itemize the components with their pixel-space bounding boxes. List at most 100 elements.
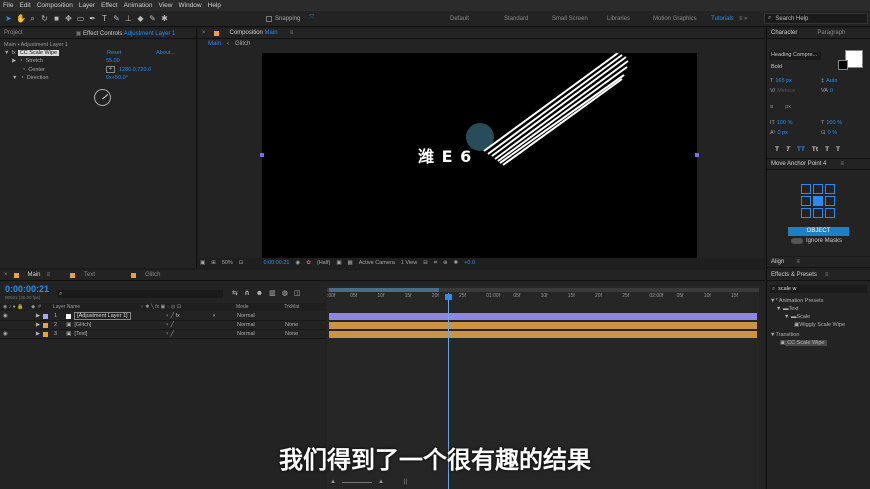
tab-align[interactable]: Align — [771, 259, 784, 265]
tab-effects-presets[interactable]: Effects & Presets — [771, 272, 817, 278]
shy-layers-icon[interactable]: ☻ — [256, 290, 263, 297]
anchor-top-center[interactable] — [813, 184, 823, 194]
layer-mode[interactable]: Normal — [237, 331, 255, 337]
views-dropdown[interactable]: 1 View — [401, 260, 417, 266]
stroke-color-swatch[interactable] — [838, 60, 848, 70]
stopwatch-icon[interactable]: ◔ — [19, 58, 22, 64]
workspace-standard[interactable]: Standard — [504, 16, 552, 22]
selection-tool-icon[interactable]: ➤ — [4, 14, 13, 23]
label-color[interactable] — [43, 331, 49, 337]
rectangle-tool-icon[interactable]: ▭ — [76, 14, 85, 23]
prop-direction[interactable]: ▼ ◔ Direction 0x+50.0° — [12, 74, 196, 82]
anchor-bottom-right[interactable] — [825, 208, 835, 218]
tab-timeline-text[interactable]: Text — [84, 272, 95, 278]
snapshot-icon[interactable]: ◉ — [295, 260, 300, 266]
menu-edit[interactable]: Edit — [19, 2, 30, 9]
safe-zones-icon[interactable]: ⊡ — [239, 260, 244, 266]
anchor-bottom-center[interactable] — [813, 208, 823, 218]
menu-view[interactable]: View — [159, 2, 173, 9]
snapping-toggle[interactable]: Snapping ⤧ — [266, 15, 314, 22]
prop-stretch-value[interactable]: 55.00 — [106, 58, 120, 64]
zoom-slider[interactable] — [341, 481, 372, 483]
panel-menu-icon[interactable]: ≡ — [290, 30, 294, 36]
layer-bar-text[interactable] — [329, 331, 757, 338]
exposure-icon[interactable]: ✺ — [454, 260, 459, 266]
direction-dial[interactable] — [94, 89, 111, 106]
kerning-value[interactable]: Metrics — [777, 88, 795, 94]
menu-window[interactable]: Window — [179, 2, 202, 9]
adjustment-switch-icon[interactable]: ◑ — [212, 313, 215, 319]
toggle-icon[interactable]: ⊟ — [423, 260, 428, 266]
workspace-small-screen[interactable]: Small Screen — [552, 16, 607, 22]
layer-row[interactable]: ◉ ▶ 2 ▣ [Glitch] ♀ ╱ Normal None — [0, 321, 326, 330]
timecode-display[interactable]: 0:00:00:21 — [263, 260, 289, 266]
timeline-search[interactable]: ⌕ — [57, 290, 223, 298]
layer-trkmat[interactable]: None — [285, 322, 298, 328]
ignore-masks-toggle[interactable]: Ignore Masks — [791, 238, 842, 244]
small-caps-button[interactable]: Tt — [812, 146, 818, 153]
comp-nav-glitch[interactable]: Glitch — [235, 41, 250, 47]
col-layer-name[interactable]: Layer Name — [53, 304, 80, 310]
search-help-input[interactable]: Search Help — [775, 16, 808, 22]
prop-stretch[interactable]: ▶ ◔ Stretch 55.00 — [12, 57, 196, 65]
twirl-right-icon[interactable]: ▶ — [36, 313, 40, 319]
playhead-handle[interactable] — [445, 294, 452, 300]
prop-center-value[interactable]: 1280.0,720.0 — [119, 67, 151, 73]
comp-viewer[interactable]: 潍 E 6 — [260, 53, 699, 258]
type-tool-icon[interactable]: T — [100, 14, 109, 23]
exposure-value[interactable]: +0.0 — [464, 260, 475, 266]
stroke-width-value[interactable]: px — [785, 104, 791, 110]
tab-timeline-glitch[interactable]: Glitch — [145, 272, 160, 278]
panel-menu-icon[interactable]: ≡ — [796, 259, 800, 265]
transparency-grid-icon[interactable]: ▦ — [348, 260, 353, 266]
effect-row-cc-scale-wipe[interactable]: ▼ fx CC Scale Wipe Reset About... — [0, 49, 196, 57]
col-trkmat[interactable]: TrkMat — [284, 304, 299, 310]
stopwatch-icon[interactable]: ◔ — [22, 67, 25, 73]
layer-trkmat[interactable]: None — [285, 331, 298, 337]
baseline-shift-value[interactable]: 0 px — [778, 130, 788, 136]
zoom-in-icon[interactable]: ▲ — [378, 479, 384, 485]
twirl-down-icon[interactable]: ▼ — [4, 50, 9, 56]
crosshair-icon[interactable]: + — [106, 66, 115, 73]
twirl-right-icon[interactable]: ▶ — [36, 331, 40, 337]
preview-icon[interactable]: ▣ — [200, 260, 205, 266]
tab-timeline-main[interactable]: Main — [28, 272, 41, 278]
layer-row[interactable]: ◉ ▶ 3 ▣ [Text] ♀ ╱ Normal None — [0, 330, 326, 339]
effects-search-input[interactable]: scale w — [778, 286, 796, 292]
effect-name[interactable]: CC Scale Wipe — [17, 50, 60, 56]
camera-tool-icon[interactable]: ■ — [52, 14, 61, 23]
work-area-range[interactable] — [329, 288, 439, 292]
layer-handle-left[interactable] — [260, 153, 264, 157]
puppet-tool-icon[interactable]: ✱ — [160, 14, 169, 23]
3d-icon[interactable]: ⌗ — [434, 260, 437, 267]
tree-text[interactable]: ▼ ▬ Text — [770, 305, 870, 313]
font-size-value[interactable]: 165 px — [775, 78, 792, 84]
twirl-right-icon[interactable]: ▶ — [36, 322, 40, 328]
frame-blending-icon[interactable]: ▥ — [269, 289, 276, 297]
grid-icon[interactable]: ⊞ — [211, 260, 216, 266]
leading-value[interactable]: Auto — [826, 78, 837, 84]
zoom-out-icon[interactable]: ▲ — [330, 479, 336, 485]
faux-bold-button[interactable]: T — [775, 146, 779, 153]
layer-handle-right[interactable] — [695, 153, 699, 157]
tab-character[interactable]: Character — [771, 30, 797, 36]
tracking-value[interactable]: 0 — [830, 88, 833, 94]
workspace-tutorials[interactable]: Tutorials — [711, 16, 739, 22]
tree-transition[interactable]: ▼ Transition — [770, 331, 870, 339]
visibility-icon[interactable]: ◉ — [3, 322, 8, 328]
scroll-icon[interactable]: || — [404, 479, 407, 485]
pen-tool-icon[interactable]: ✒ — [88, 14, 97, 23]
pan-behind-tool-icon[interactable]: ✥ — [64, 14, 73, 23]
workspace-menu-icon[interactable]: ≡ » — [739, 16, 748, 22]
visibility-icon[interactable]: ◉ — [3, 331, 8, 337]
comp-nav-main[interactable]: Main — [208, 41, 221, 47]
region-icon[interactable]: ▣ — [336, 260, 341, 266]
camera-dropdown[interactable]: Active Camera — [359, 260, 395, 266]
menu-help[interactable]: Help — [208, 2, 221, 9]
tree-scale[interactable]: ▼ ▬ Scale — [770, 313, 870, 321]
layer-bar-adjustment[interactable] — [329, 313, 757, 320]
stopwatch-icon[interactable]: ◔ — [20, 75, 23, 81]
horizontal-scale-value[interactable]: 100 % — [826, 120, 842, 126]
time-ruler[interactable]: :00f 05f 10f 15f 20f 25f 01:00f 05f 10f 15f 20f 25f… — [327, 293, 759, 302]
layer-name[interactable]: [Glitch] — [74, 322, 91, 328]
